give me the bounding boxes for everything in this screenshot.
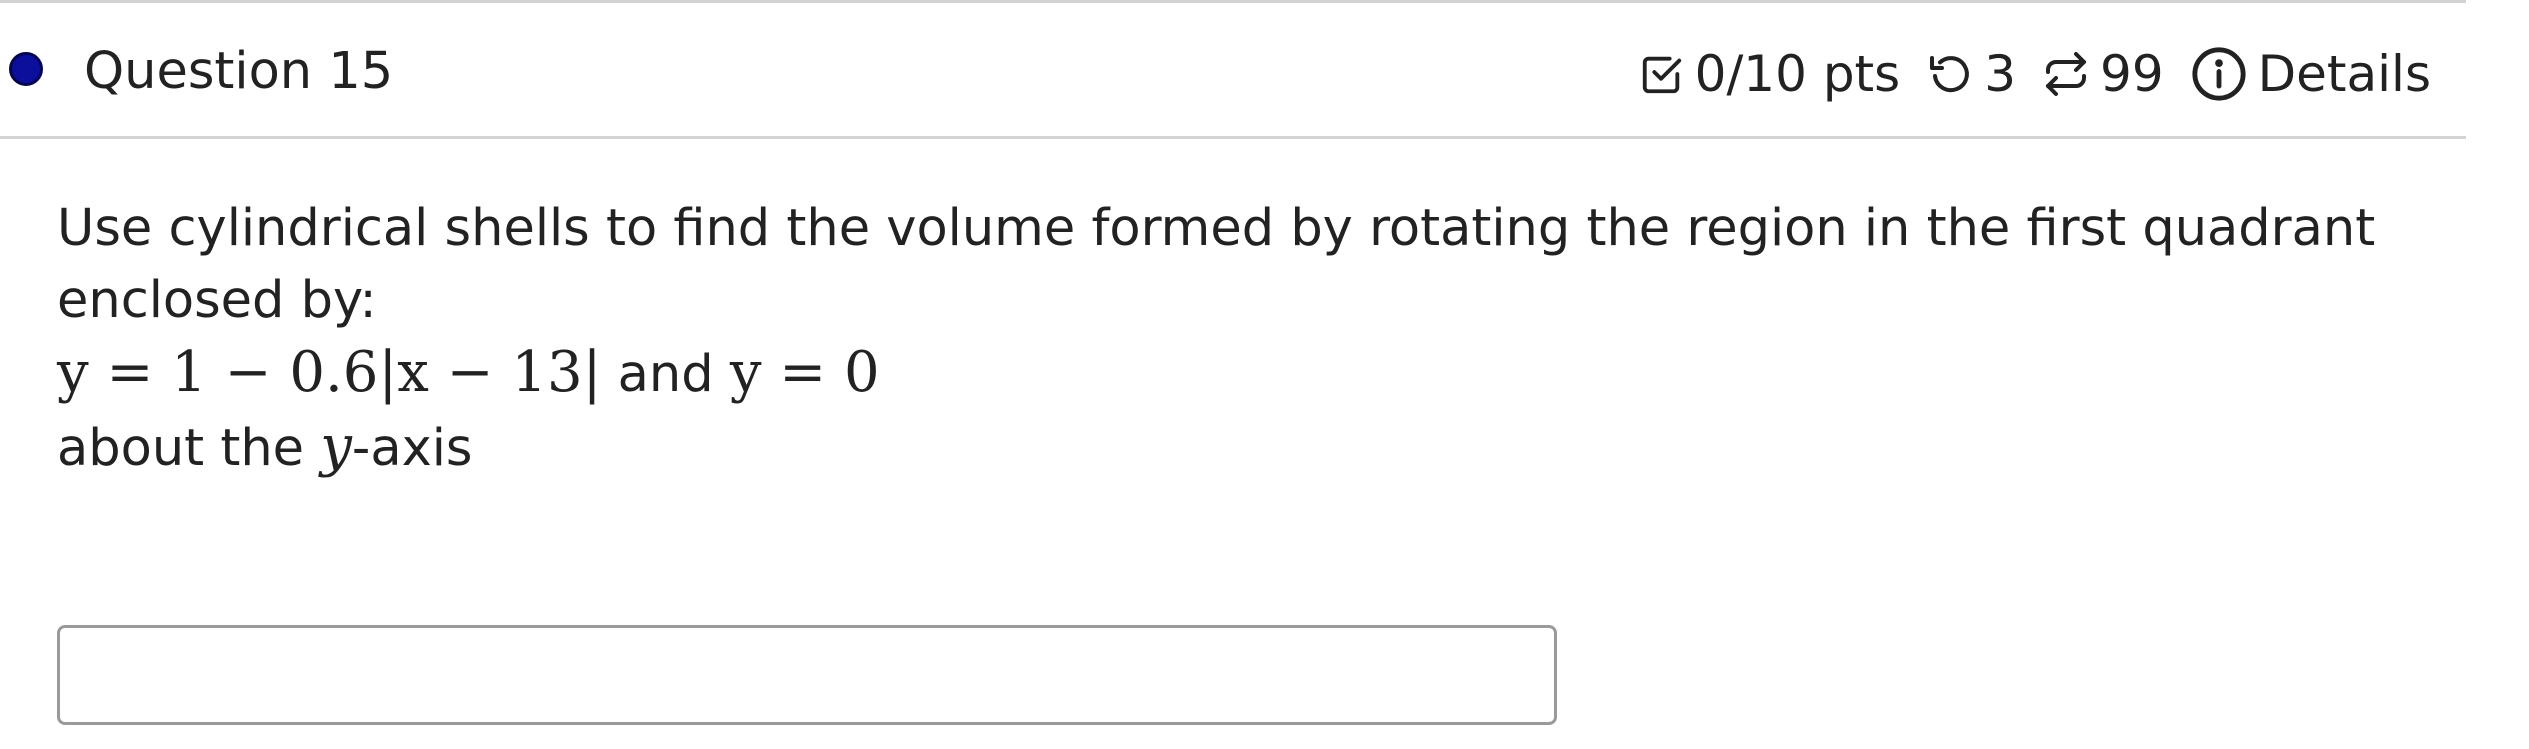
info-icon xyxy=(2190,45,2248,103)
question-card: Question 15 0/10 pts 3 99 Details Use cy… xyxy=(0,0,2466,749)
attempts-text: 3 xyxy=(1984,45,2017,103)
question-title: Question 15 xyxy=(84,42,394,101)
repeat-icon xyxy=(2042,50,2090,98)
status-dot-icon xyxy=(9,52,43,86)
axis-variable: y xyxy=(320,414,352,479)
about-prefix: about the xyxy=(57,419,321,478)
answer-input[interactable] xyxy=(57,625,1557,725)
and-text: and xyxy=(601,345,730,404)
score-text: 0/10 pts xyxy=(1694,45,1901,103)
question-body: Use cylindrical shells to find the volum… xyxy=(57,193,2457,485)
versions-text: 99 xyxy=(2100,45,2164,103)
axis-line: about the y-axis xyxy=(57,411,2457,485)
question-header: Question 15 0/10 pts 3 99 Details xyxy=(0,6,2466,139)
about-suffix: -axis xyxy=(351,419,473,478)
attempts-indicator: 3 xyxy=(1926,45,2016,103)
question-meta: 0/10 pts 3 99 Details xyxy=(1639,44,2431,104)
score-indicator: 0/10 pts xyxy=(1639,45,1901,103)
equation-1: y = 1 − 0.6|x − 13| xyxy=(57,340,602,405)
details-button[interactable]: Details xyxy=(2190,45,2431,103)
details-label: Details xyxy=(2257,45,2431,103)
versions-indicator: 99 xyxy=(2042,45,2164,103)
checkbox-icon xyxy=(1639,51,1685,97)
undo-icon xyxy=(1926,50,1974,98)
equation-2: y = 0 xyxy=(729,340,880,405)
equation-line: y = 1 − 0.6|x − 13| and y = 0 xyxy=(57,337,2457,411)
question-prompt: Use cylindrical shells to find the volum… xyxy=(57,199,2376,330)
